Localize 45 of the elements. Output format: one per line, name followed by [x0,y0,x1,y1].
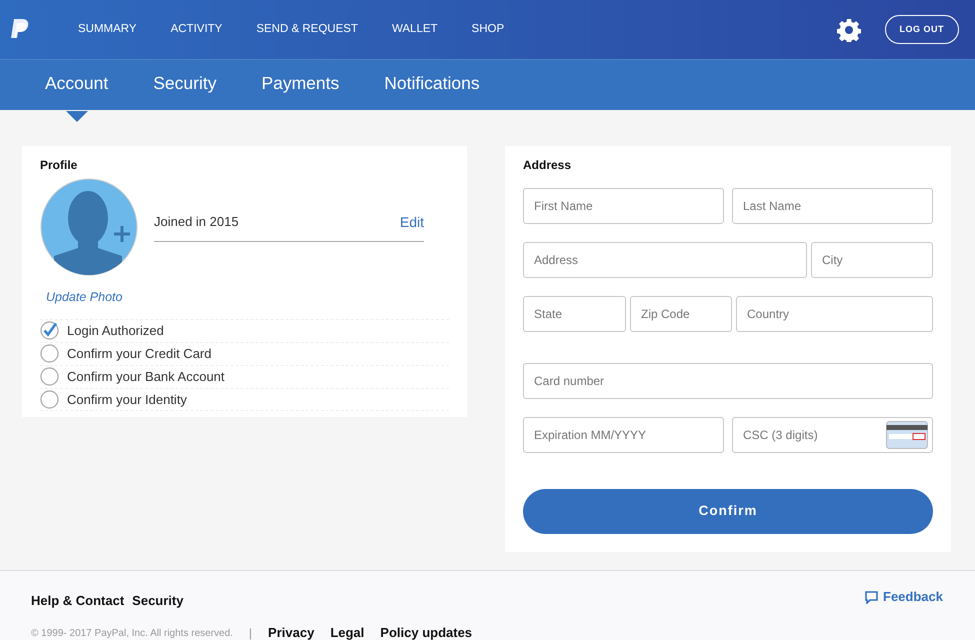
tab[interactable]: Security [153,73,216,94]
separator-text: | [248,625,252,640]
tab[interactable]: Notifications [384,73,480,94]
section-heading: Profile [40,157,78,174]
nav-link[interactable]: WALLET [392,20,438,38]
feedback-link[interactable]: Feedback [865,581,943,613]
footer-link[interactable]: Help & Contact [31,593,124,608]
footer-link[interactable]: Privacy [268,625,314,640]
input-field[interactable]: Expiration MM/YYYY [523,417,724,453]
nav-link[interactable]: SEND & REQUEST [256,20,358,38]
input-field[interactable]: Address [523,242,807,278]
settings-icon[interactable] [836,18,860,42]
input-field[interactable]: Zip Code [630,296,732,332]
input-field[interactable]: City [811,242,933,278]
nav-link[interactable]: ACTIVITY [170,20,222,38]
input-field[interactable]: State [523,296,626,332]
checklist-label: Confirm your Credit Card [67,345,212,363]
input-field[interactable]: Country [736,296,933,332]
credit-card-icon [886,421,928,449]
joined-text: Joined in 2015 [154,213,239,231]
checkbox[interactable] [40,390,59,409]
checked-checkbox[interactable] [40,321,59,340]
nav-link[interactable]: SHOP [472,20,504,38]
checkbox[interactable] [40,344,59,364]
checklist-label: Confirm your Identity [67,390,187,409]
edit-link[interactable]: Edit [400,212,424,233]
input-field[interactable]: First Name [523,188,724,224]
footer-link[interactable]: Legal [330,625,364,640]
footer-link[interactable]: Security [132,593,184,608]
avatar-icon[interactable] [40,178,138,276]
input-field[interactable]: Card number [523,363,933,399]
update-photo-link[interactable]: Update Photo [46,288,122,307]
tab[interactable]: Account [45,73,108,94]
section-heading: Address [523,157,572,174]
checklist-label: Confirm your Bank Account [67,368,225,386]
copyright-text: © 1999- 2017 PayPal, Inc. All rights reserved. [31,626,233,640]
logout-button[interactable]: LOG OUT [884,14,959,44]
confirm-button[interactable]: Confirm [523,489,933,534]
nav-link[interactable]: SUMMARY [78,20,137,38]
footer-link[interactable]: Policy updates [380,625,472,640]
input-field[interactable]: Last Name [732,188,933,224]
chat-icon [865,590,878,604]
checkbox[interactable] [40,367,59,386]
tab[interactable]: Payments [261,73,340,94]
checklist-label: Login Authorized [67,322,164,340]
